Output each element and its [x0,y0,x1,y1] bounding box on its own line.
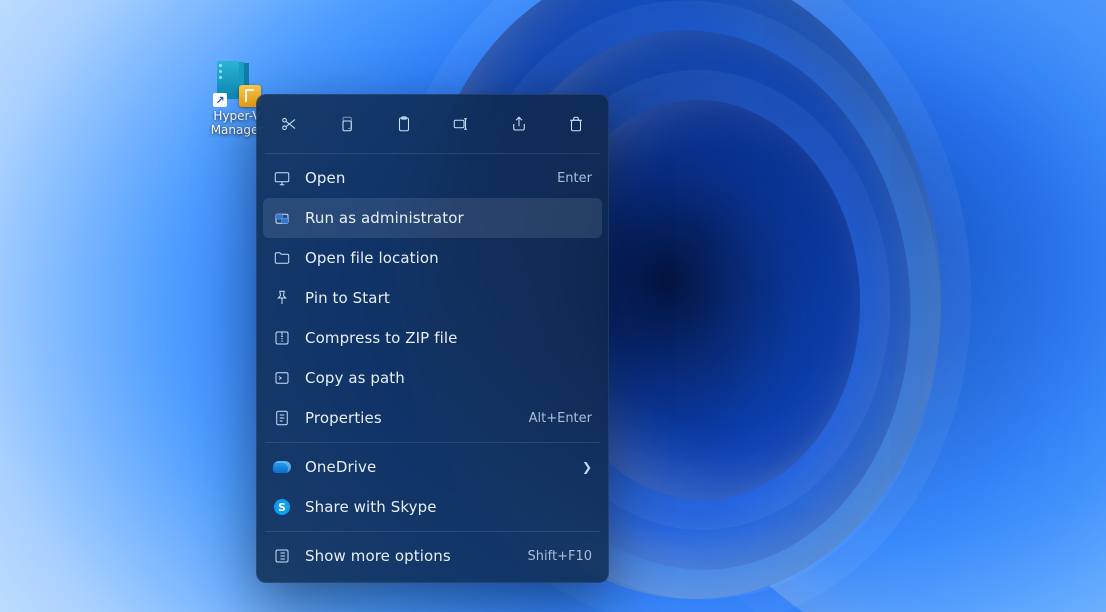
skype-icon: S [273,498,291,516]
menu-item-properties[interactable]: Properties Alt+Enter [263,398,602,438]
onedrive-icon [273,458,291,476]
copy-button[interactable] [324,107,368,141]
menu-item-open-file-location[interactable]: Open file location [263,238,602,278]
share-button[interactable] [497,107,541,141]
menu-separator [265,153,600,154]
scissors-icon [280,115,298,133]
copy-icon [337,115,355,133]
menu-item-shortcut: Shift+F10 [528,549,592,564]
pin-icon [273,289,291,307]
menu-item-run-as-administrator[interactable]: Run as administrator [263,198,602,238]
rename-icon [452,115,470,133]
menu-item-label: Pin to Start [305,289,592,307]
folder-icon [273,249,291,267]
menu-item-label: Compress to ZIP file [305,329,592,347]
cut-button[interactable] [267,107,311,141]
menu-item-label: Open file location [305,249,592,267]
menu-item-onedrive[interactable]: OneDrive ❯ [263,447,602,487]
path-icon [273,369,291,387]
paste-icon [395,115,413,133]
menu-item-label: Properties [305,409,515,427]
menu-item-label: Show more options [305,547,514,565]
menu-separator [265,531,600,532]
menu-item-copy-as-path[interactable]: Copy as path [263,358,602,398]
properties-icon [273,409,291,427]
menu-item-shortcut: Alt+Enter [529,411,592,426]
menu-item-show-more-options[interactable]: Show more options Shift+F10 [263,536,602,576]
more-options-icon [273,547,291,565]
delete-button[interactable] [554,107,598,141]
paste-button[interactable] [382,107,426,141]
context-menu: Open Enter Run as administrator Open fil… [256,94,609,583]
rename-button[interactable] [439,107,483,141]
menu-item-shortcut: Enter [557,171,592,186]
share-icon [510,115,528,133]
menu-separator [265,442,600,443]
trash-icon [567,115,585,133]
menu-item-pin-to-start[interactable]: Pin to Start [263,278,602,318]
menu-item-share-with-skype[interactable]: S Share with Skype [263,487,602,527]
chevron-right-icon: ❯ [582,460,592,474]
menu-item-compress-to-zip[interactable]: Compress to ZIP file [263,318,602,358]
shield-icon [273,209,291,227]
menu-item-open[interactable]: Open Enter [263,158,602,198]
menu-item-label: Share with Skype [305,498,592,516]
menu-item-label: Run as administrator [305,209,592,227]
shortcut-overlay-icon: ↗ [213,93,227,107]
menu-item-label: OneDrive [305,458,568,476]
monitor-icon [273,169,291,187]
context-menu-quick-actions [263,101,602,149]
hyperv-manager-icon: ↗ [213,59,261,107]
menu-item-label: Copy as path [305,369,592,387]
menu-item-label: Open [305,169,543,187]
zip-icon [273,329,291,347]
